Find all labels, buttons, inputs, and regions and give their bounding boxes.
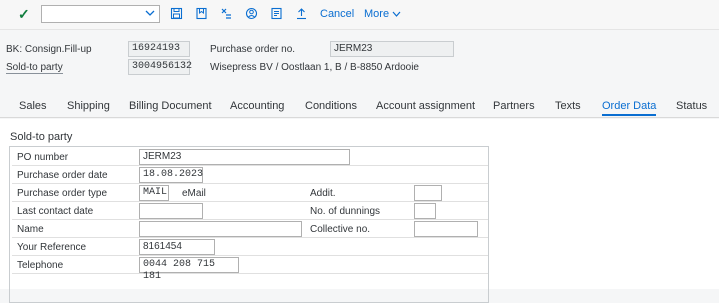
- po-number-input[interactable]: JERM23: [139, 149, 350, 165]
- tab-order-data[interactable]: Order Data: [602, 100, 657, 116]
- tab-texts[interactable]: Texts: [555, 100, 581, 112]
- toolbar: ✓ Cancel More: [0, 0, 719, 30]
- tab-conditions[interactable]: Conditions: [305, 100, 357, 112]
- bk-field: 16924193: [128, 41, 190, 57]
- po-number-label: PO number: [17, 152, 69, 163]
- your-reference-label: Your Reference: [17, 242, 87, 253]
- sold-to-group: PO number JERM23 Purchase order date 18.…: [9, 146, 489, 303]
- chevron-down-icon: [145, 10, 155, 16]
- more-button[interactable]: More: [364, 8, 401, 20]
- row-divider: [12, 165, 488, 166]
- last-contact-date-input[interactable]: [139, 203, 203, 219]
- dunnings-label: No. of dunnings: [310, 206, 381, 217]
- sold-to-field: 3004956132: [128, 59, 192, 75]
- order-data-panel: Sold-to party PO number JERM23 Purchase …: [0, 119, 719, 303]
- collective-no-label: Collective no.: [310, 224, 371, 235]
- tab-partners[interactable]: Partners: [493, 100, 535, 112]
- save-icon[interactable]: [170, 7, 183, 20]
- user-icon[interactable]: [245, 7, 258, 20]
- cut-icon[interactable]: [220, 7, 233, 20]
- checkmark-icon[interactable]: ✓: [18, 6, 30, 23]
- sold-to-description: Wisepress BV / Oostlaan 1, B / B-8850 Ar…: [210, 62, 419, 73]
- tab-sales[interactable]: Sales: [19, 100, 47, 112]
- bk-label: BK: Consign.Fill-up: [6, 44, 92, 55]
- your-reference-input[interactable]: 8161454: [139, 239, 215, 255]
- more-label: More: [364, 8, 390, 20]
- po-date-label: Purchase order date: [17, 170, 108, 181]
- tab-billing-document[interactable]: Billing Document: [129, 100, 212, 112]
- last-contact-date-label: Last contact date: [17, 206, 94, 217]
- name-input[interactable]: [139, 221, 302, 237]
- row-divider: [12, 201, 488, 202]
- row-divider: [12, 255, 488, 256]
- tab-status[interactable]: Status: [676, 100, 707, 112]
- dunnings-input[interactable]: [414, 203, 436, 219]
- upload-icon[interactable]: [295, 7, 308, 20]
- telephone-input[interactable]: 0044 208 715 181: [139, 257, 239, 282]
- section-title: Sold-to party: [10, 131, 73, 143]
- tab-shipping[interactable]: Shipping: [67, 100, 110, 112]
- po-field: JERM23: [330, 41, 454, 57]
- command-field[interactable]: [41, 5, 160, 23]
- bookmark-icon[interactable]: [195, 7, 208, 20]
- row-divider: [12, 237, 488, 238]
- row-divider: [12, 183, 488, 184]
- sold-to-label[interactable]: Sold-to party: [6, 62, 63, 74]
- row-divider: [12, 219, 488, 220]
- cancel-button[interactable]: Cancel: [320, 8, 354, 20]
- document-icon[interactable]: [270, 7, 283, 20]
- collective-no-input[interactable]: [414, 221, 478, 237]
- row-divider: [12, 273, 488, 274]
- tab-strip: Sales Shipping Billing Document Accounti…: [0, 96, 719, 118]
- addit-input[interactable]: [414, 185, 442, 201]
- name-label: Name: [17, 224, 44, 235]
- po-date-input[interactable]: 18.08.2023: [139, 167, 203, 183]
- telephone-label: Telephone: [17, 260, 64, 271]
- tab-accounting[interactable]: Accounting: [230, 100, 284, 112]
- po-label: Purchase order no.: [210, 44, 296, 55]
- po-type-input[interactable]: MAIL: [139, 185, 169, 201]
- tab-account-assignment[interactable]: Account assignment: [376, 100, 475, 112]
- po-type-label: Purchase order type: [17, 188, 108, 199]
- addit-label: Addit.: [310, 188, 336, 199]
- po-type-description: eMail: [182, 188, 206, 199]
- chevron-down-icon: [392, 11, 401, 18]
